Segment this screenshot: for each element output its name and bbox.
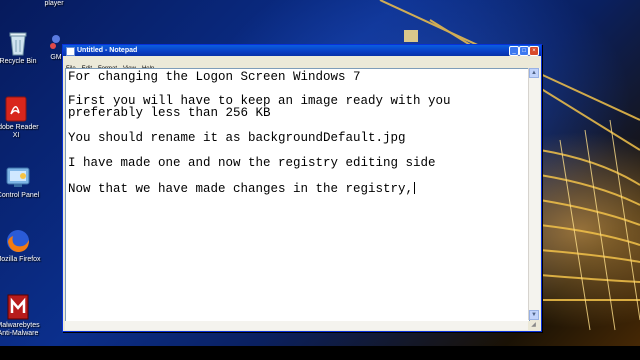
- text-line: For changing the Logon Screen Windows 7: [68, 70, 361, 84]
- desktop-icon-label: Mozilla Firefox: [0, 256, 41, 263]
- desktop-icon-label: Control Panel: [0, 192, 40, 199]
- desktop-icon-firefox[interactable]: Mozilla Firefox: [0, 228, 44, 264]
- window-title: Untitled - Notepad: [77, 47, 138, 54]
- partial-icon: [50, 35, 60, 49]
- desktop-icon-label: player: [44, 0, 64, 7]
- text-line-with-caret: Now that we have made changes in the reg…: [68, 182, 416, 196]
- firefox-icon: [7, 230, 29, 252]
- resize-grip-icon[interactable]: ◢: [528, 321, 539, 330]
- text-line: I have made one and now the registry edi…: [68, 156, 436, 170]
- desktop-icon-player[interactable]: player: [28, 0, 80, 8]
- scroll-up-arrow-icon[interactable]: ▲: [529, 68, 539, 78]
- desktop-icon-label: Adobe Reader XI: [0, 124, 39, 139]
- text-line: Now that we have made changes in the reg…: [68, 182, 414, 196]
- title-bar[interactable]: Untitled - Notepad _ □ ×: [63, 45, 541, 56]
- text-caret: [414, 182, 416, 194]
- control-panel-icon: [6, 167, 30, 187]
- text-line: preferably less than 256 KB: [68, 106, 271, 120]
- desktop-icon-control-panel[interactable]: Control Panel: [0, 166, 44, 200]
- desktop-icon-label: Malwarebytes Anti-Malware: [0, 322, 40, 337]
- scroll-down-arrow-icon[interactable]: ▼: [529, 310, 539, 320]
- menu-bar: FileEditFormatViewHelp: [63, 57, 541, 72]
- text-line: You should rename it as backgroundDefaul…: [68, 131, 406, 145]
- notepad-icon: [66, 47, 75, 56]
- adobe-reader-icon: [5, 96, 27, 122]
- vertical-scrollbar[interactable]: ▲ ▼: [528, 68, 540, 320]
- malwarebytes-icon: [7, 294, 29, 320]
- text-editor-area[interactable]: For changing the Logon Screen Windows 7 …: [65, 68, 530, 322]
- desktop-icon-label: Recycle Bin: [0, 58, 37, 65]
- bottom-strip: [0, 346, 640, 360]
- recycle-bin-icon: [9, 32, 27, 56]
- desktop-icon-malwarebytes[interactable]: Malwarebytes Anti-Malware: [0, 294, 44, 338]
- notepad-window[interactable]: Untitled - Notepad _ □ × FileEditFormatV…: [62, 44, 542, 332]
- horizontal-scrollbar[interactable]: [65, 321, 528, 330]
- desktop-icon-recycle-bin[interactable]: Recycle Bin: [0, 30, 44, 66]
- desktop-icon-adobe-reader[interactable]: Adobe Reader XI: [0, 96, 42, 140]
- minimize-button[interactable]: _: [509, 46, 519, 56]
- maximize-button[interactable]: □: [519, 46, 529, 56]
- close-button[interactable]: ×: [529, 46, 539, 56]
